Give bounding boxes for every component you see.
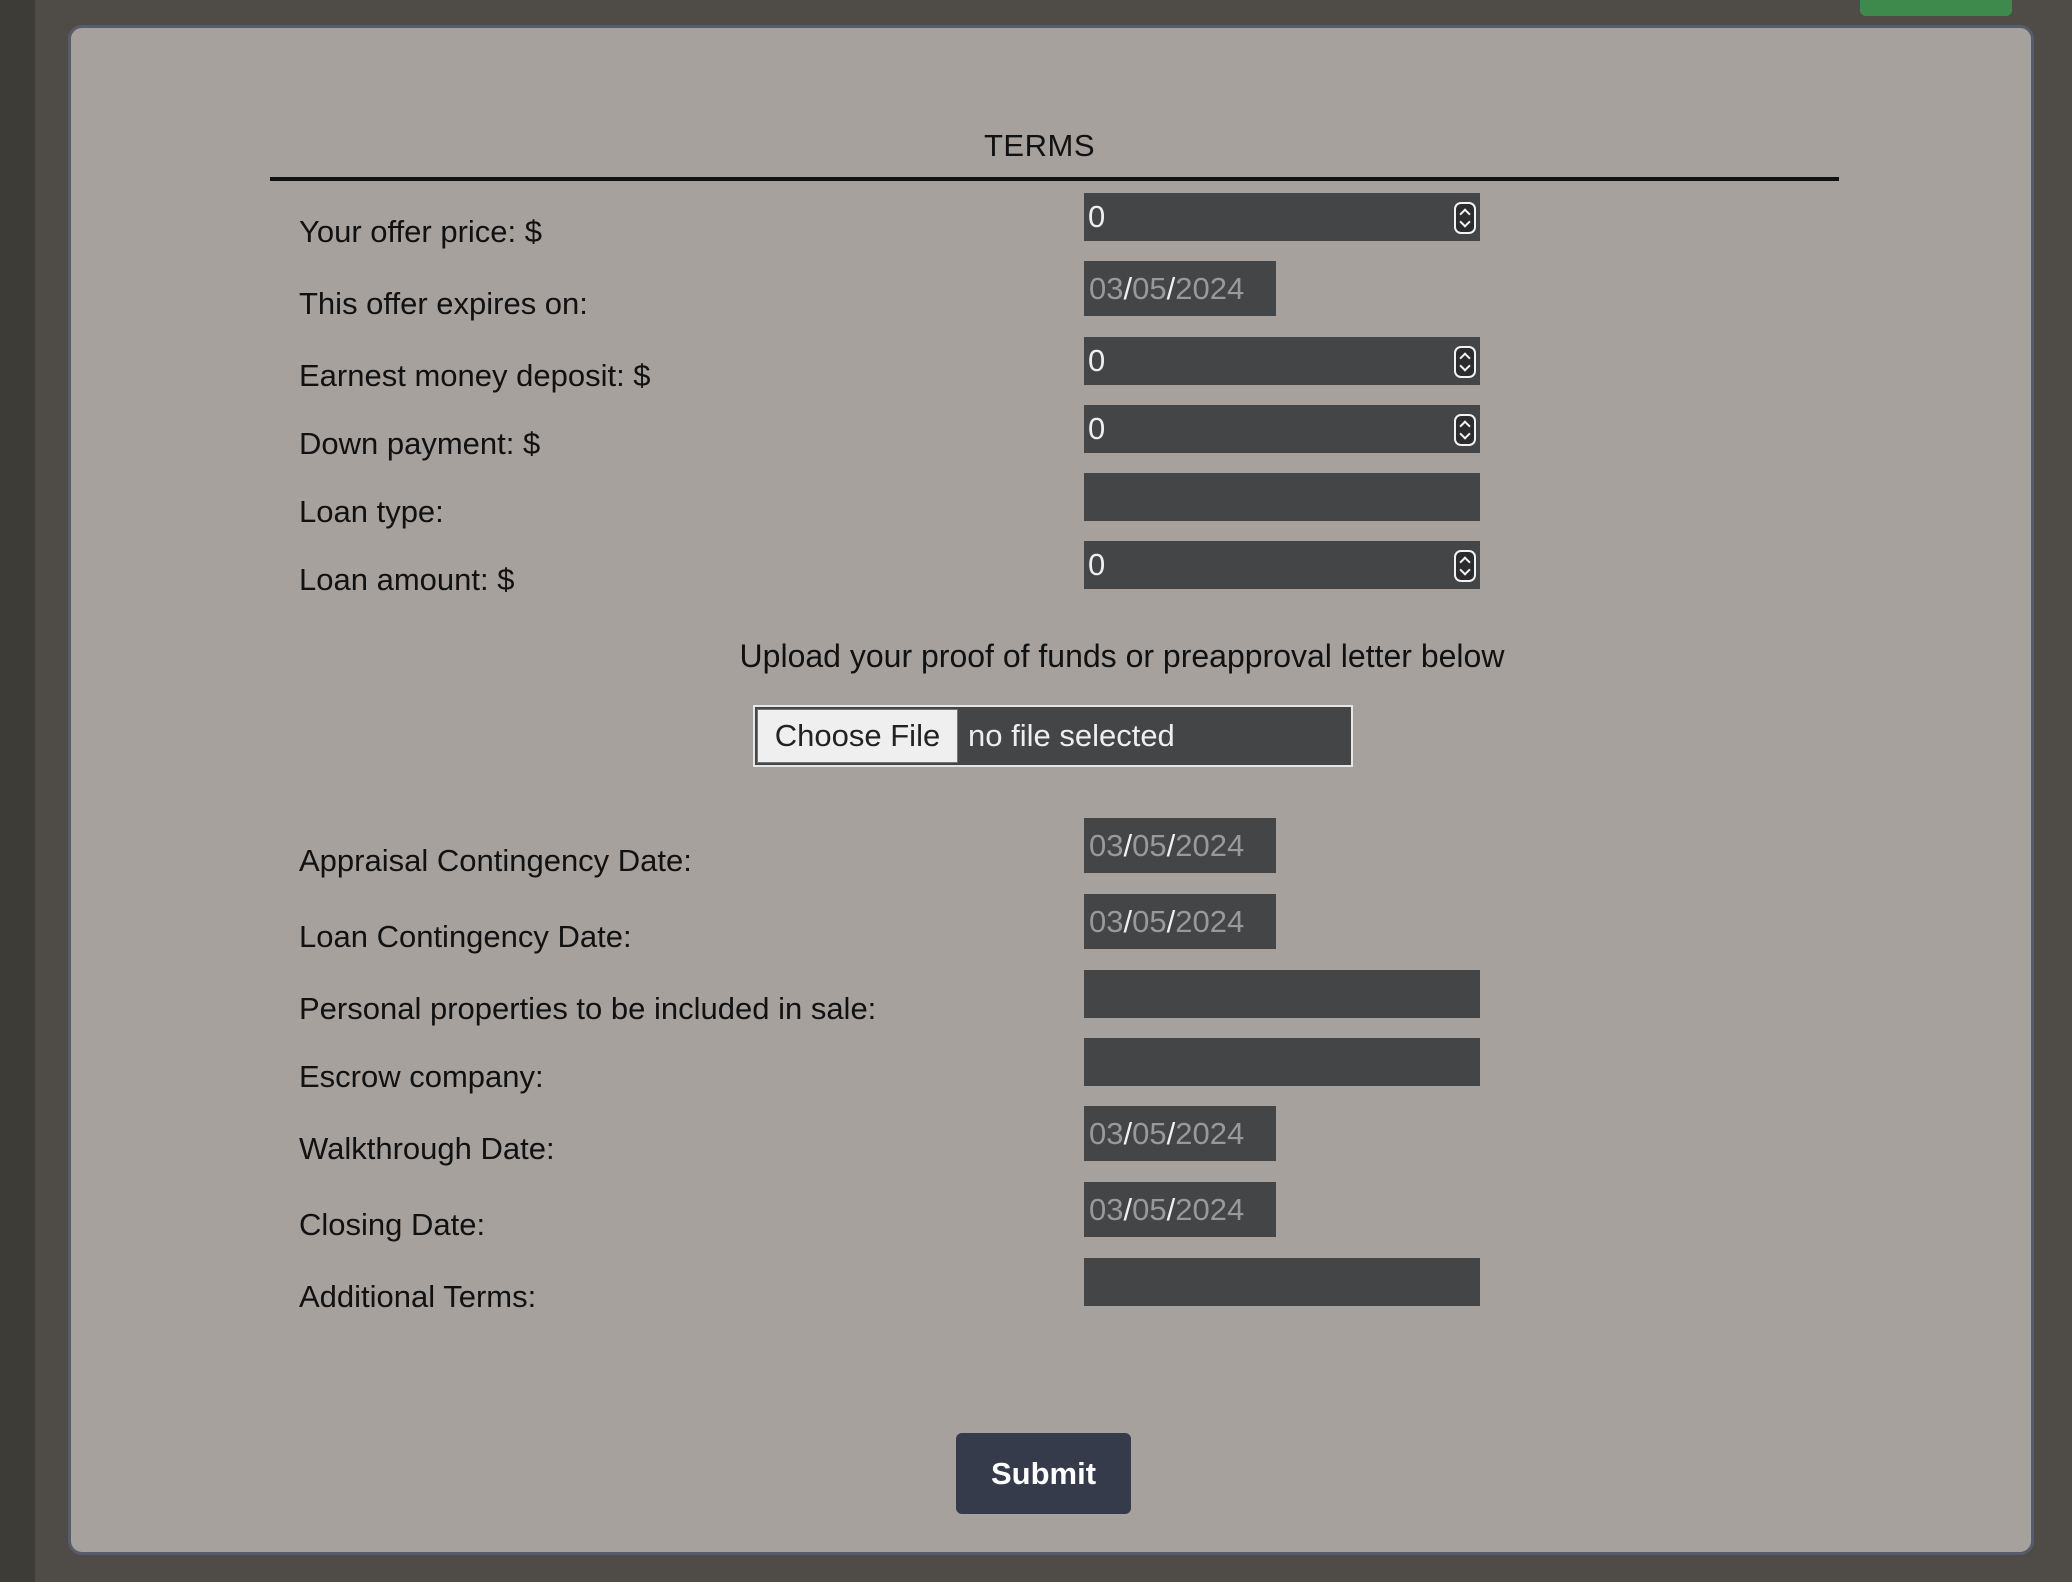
date-separator: / [1123, 904, 1133, 939]
down-payment-value: 0 [1088, 411, 1106, 446]
down-payment-label: Down payment: $ [299, 426, 541, 461]
date-month: 03 [1089, 904, 1124, 939]
green-header-button[interactable] [1860, 0, 2012, 16]
date-separator: / [1123, 1116, 1133, 1151]
earnest-money-value: 0 [1088, 343, 1106, 378]
appraisal-date-label: Appraisal Contingency Date: [299, 843, 692, 878]
title-divider [270, 177, 1839, 181]
closing-date-label: Closing Date: [299, 1207, 486, 1242]
date-separator: / [1123, 1192, 1133, 1227]
loan-amount-value: 0 [1088, 547, 1106, 582]
date-separator: / [1166, 904, 1176, 939]
earnest-money-input[interactable]: 0 [1084, 337, 1480, 385]
date-separator: / [1166, 271, 1176, 306]
date-month: 03 [1089, 828, 1124, 863]
loan-type-label: Loan type: [299, 494, 444, 529]
offer-price-label: Your offer price: $ [299, 214, 542, 249]
date-year: 2024 [1175, 1192, 1245, 1227]
personal-properties-input[interactable] [1084, 970, 1480, 1018]
terms-modal: TERMS Your offer price: $ 0 This offer e… [68, 25, 2034, 1555]
date-month: 03 [1089, 1116, 1124, 1151]
loan-type-input[interactable] [1084, 473, 1480, 521]
date-separator: / [1123, 828, 1133, 863]
down-payment-input[interactable]: 0 [1084, 405, 1480, 453]
loan-contingency-date-input[interactable]: 03/05/2024 [1084, 894, 1276, 949]
expires-on-date-input[interactable]: 03/05/2024 [1084, 261, 1276, 316]
offer-price-value: 0 [1088, 199, 1106, 234]
date-month: 03 [1089, 271, 1124, 306]
number-stepper-icon[interactable] [1454, 414, 1476, 446]
date-day: 05 [1132, 1116, 1167, 1151]
submit-button[interactable]: Submit [956, 1433, 1131, 1514]
date-day: 05 [1132, 1192, 1167, 1227]
walkthrough-date-input[interactable]: 03/05/2024 [1084, 1106, 1276, 1161]
appraisal-date-input[interactable]: 03/05/2024 [1084, 818, 1276, 873]
date-separator: / [1123, 271, 1133, 306]
date-separator: / [1166, 828, 1176, 863]
file-upload-input[interactable]: Choose File no file selected [753, 705, 1353, 767]
walkthrough-date-label: Walkthrough Date: [299, 1131, 555, 1166]
number-stepper-icon[interactable] [1454, 202, 1476, 234]
number-stepper-icon[interactable] [1454, 346, 1476, 378]
earnest-money-label: Earnest money deposit: $ [299, 358, 651, 393]
upload-instruction: Upload your proof of funds or preapprova… [739, 638, 1505, 674]
file-status-text: no file selected [968, 718, 1175, 753]
date-separator: / [1166, 1116, 1176, 1151]
personal-properties-label: Personal properties to be included in sa… [299, 991, 877, 1026]
additional-terms-label: Additional Terms: [299, 1279, 537, 1314]
expires-on-label: This offer expires on: [299, 286, 588, 321]
date-year: 2024 [1175, 271, 1245, 306]
date-separator: / [1166, 1192, 1176, 1227]
number-stepper-icon[interactable] [1454, 550, 1476, 582]
date-year: 2024 [1175, 1116, 1245, 1151]
offer-price-input[interactable]: 0 [1084, 193, 1480, 241]
date-year: 2024 [1175, 828, 1245, 863]
additional-terms-input[interactable] [1084, 1258, 1480, 1306]
escrow-company-input[interactable] [1084, 1038, 1480, 1086]
loan-amount-label: Loan amount: $ [299, 562, 515, 597]
choose-file-button[interactable]: Choose File [757, 709, 958, 763]
date-day: 05 [1132, 828, 1167, 863]
loan-contingency-date-label: Loan Contingency Date: [299, 919, 632, 954]
date-year: 2024 [1175, 904, 1245, 939]
date-day: 05 [1132, 271, 1167, 306]
section-title: TERMS [984, 128, 1095, 163]
date-month: 03 [1089, 1192, 1124, 1227]
escrow-company-label: Escrow company: [299, 1059, 544, 1094]
closing-date-input[interactable]: 03/05/2024 [1084, 1182, 1276, 1237]
date-day: 05 [1132, 904, 1167, 939]
loan-amount-input[interactable]: 0 [1084, 541, 1480, 589]
